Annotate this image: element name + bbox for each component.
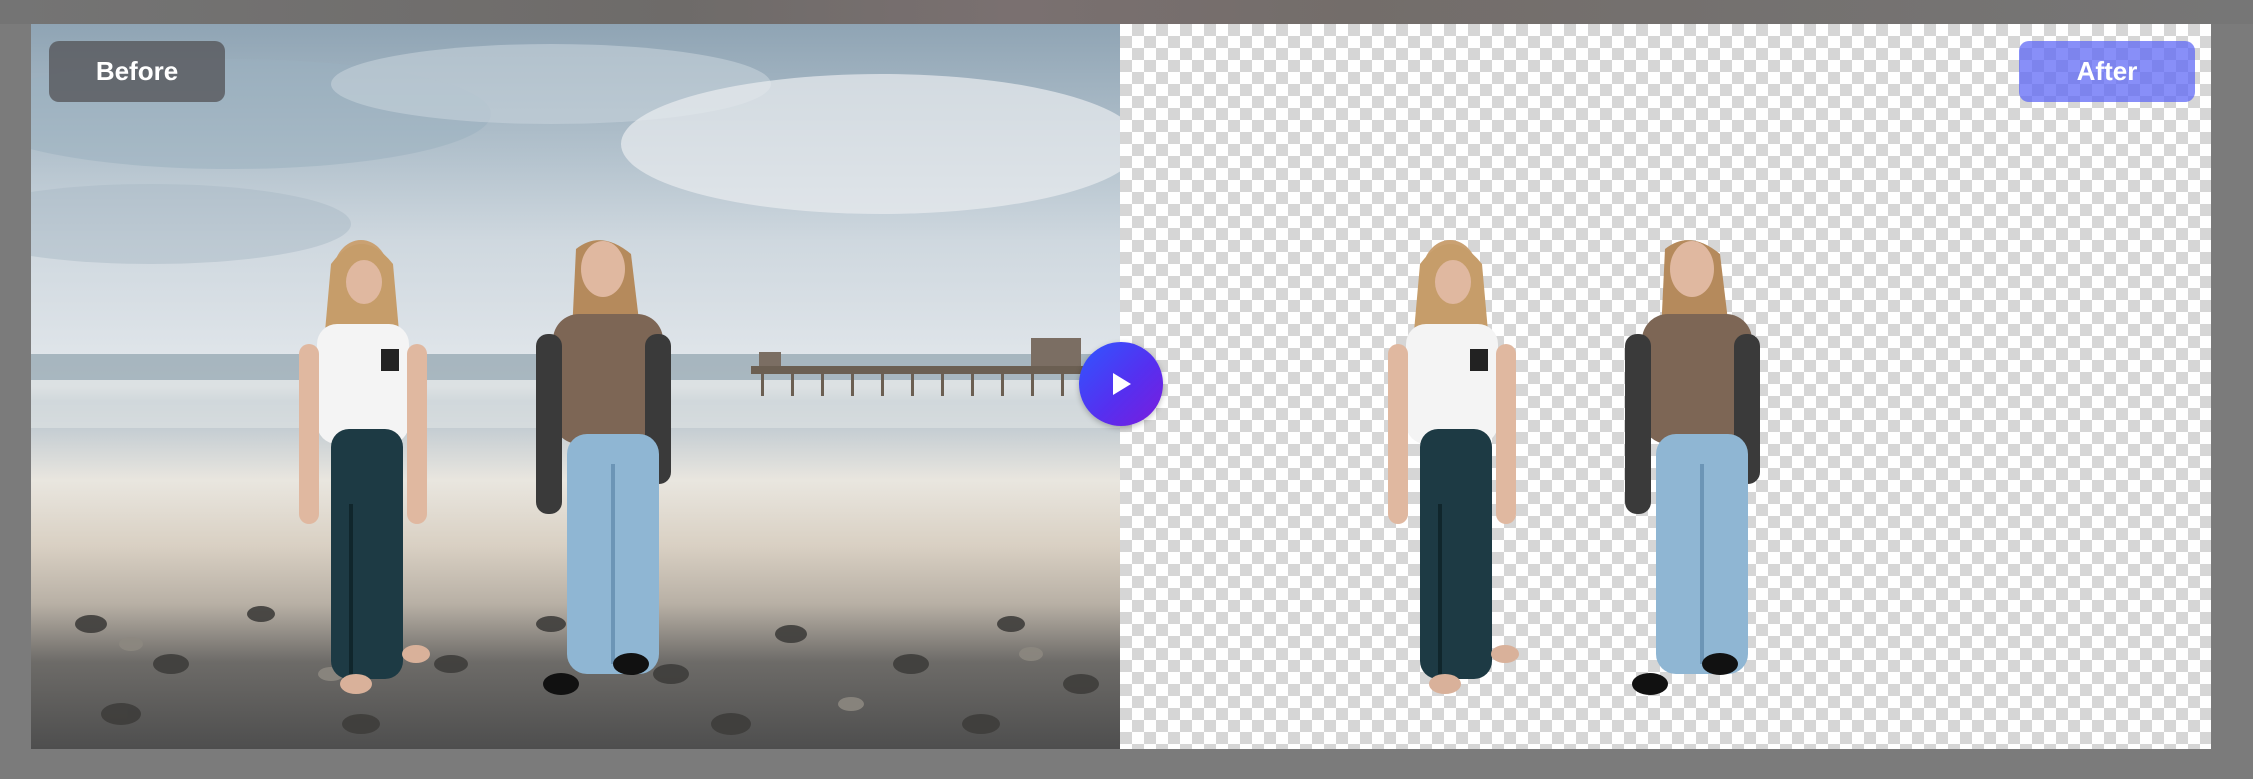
comparison-frame: Before After: [31, 24, 2211, 749]
play-icon: [1113, 373, 1131, 395]
before-label: Before: [49, 41, 225, 102]
before-image: [31, 24, 1120, 749]
footer-strip: [0, 749, 2253, 779]
header-strip: [0, 0, 2253, 24]
compare-toggle-button[interactable]: [1079, 342, 1163, 426]
after-label: After: [2019, 41, 2195, 102]
after-image: [1120, 24, 2211, 749]
